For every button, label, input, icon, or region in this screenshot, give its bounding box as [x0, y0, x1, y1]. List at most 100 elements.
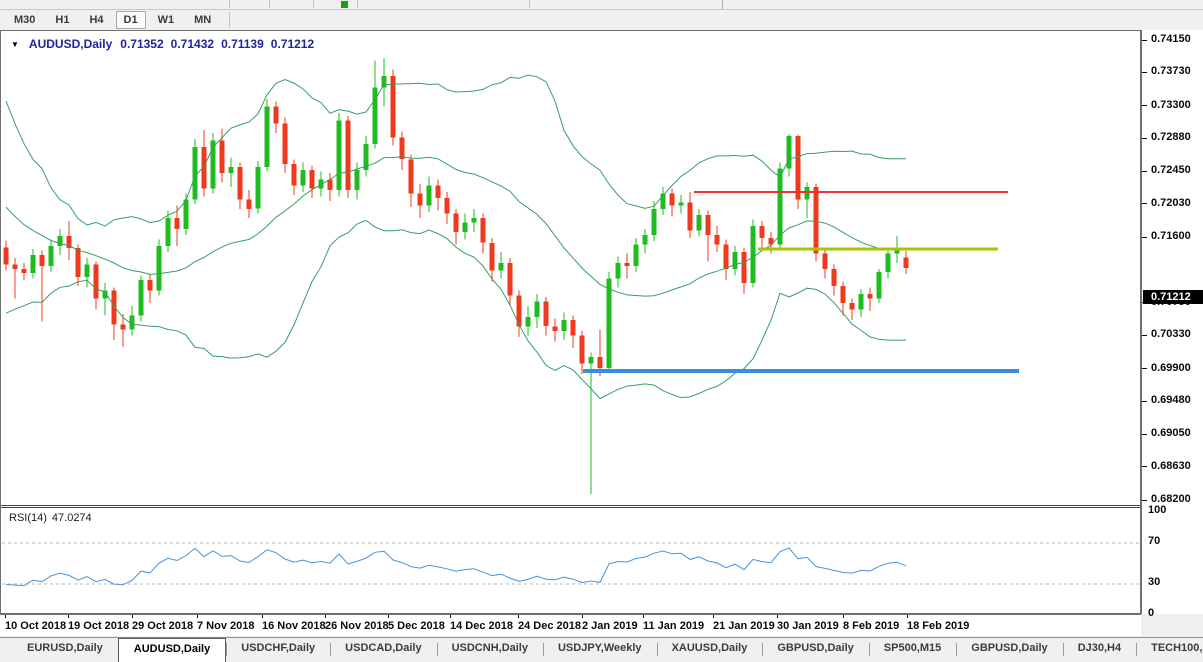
- timeframe-button-h1[interactable]: H1: [47, 11, 77, 29]
- tab-usdjpy-weekly[interactable]: USDJPY,Weekly: [543, 638, 657, 662]
- candle-body: [76, 248, 81, 277]
- candle-body: [688, 203, 693, 231]
- date-axis-tick: [388, 615, 389, 618]
- rsi-pane-canvas[interactable]: [2, 508, 1139, 613]
- tab-dj30-h4[interactable]: DJ30,H4: [1063, 638, 1136, 662]
- candle-body: [787, 136, 792, 169]
- candle-body: [562, 320, 567, 331]
- tab-usdchf-daily[interactable]: USDCHF,Daily: [226, 638, 330, 662]
- price-axis-label: 0.69050: [1151, 427, 1191, 439]
- date-axis-label: 11 Jan 2019: [643, 620, 704, 632]
- price-axis-tick: [1142, 368, 1147, 369]
- price-axis-tick: [1142, 171, 1147, 172]
- rsi-axis-label: 70: [1148, 535, 1160, 547]
- tab-audusd-daily[interactable]: AUDUSD,Daily: [118, 638, 226, 662]
- toolbar-separator: [229, 0, 230, 8]
- date-axis-label: 29 Oct 2018: [132, 620, 193, 632]
- ohlc-close: 0.71212: [271, 37, 314, 51]
- candle-body: [229, 167, 234, 173]
- tab-usdcnh-daily[interactable]: USDCNH,Daily: [437, 638, 543, 662]
- price-axis-label: 0.74150: [1151, 33, 1191, 45]
- candle-body: [535, 302, 540, 318]
- rsi-indicator-label: RSI(14) 47.0274: [9, 512, 92, 524]
- rsi-line: [6, 548, 906, 586]
- candle-body: [742, 252, 747, 283]
- candle-body: [877, 272, 882, 298]
- date-axis-label: 10 Oct 2018: [5, 620, 66, 632]
- candle-body: [652, 209, 657, 235]
- candle-body: [634, 244, 639, 266]
- candle-body: [247, 200, 252, 209]
- date-axis-label: 30 Jan 2019: [777, 620, 839, 632]
- price-axis-label: 0.68630: [1151, 460, 1191, 472]
- candle-body: [85, 264, 90, 276]
- tab-eurusd-daily[interactable]: EURUSD,Daily: [12, 638, 118, 662]
- date-axis-tick: [197, 615, 198, 618]
- candle-body: [445, 198, 450, 214]
- candle-body: [238, 167, 243, 200]
- candle-body: [706, 215, 711, 235]
- candle-body: [283, 124, 288, 164]
- candle-body: [679, 203, 684, 206]
- candle-body: [751, 226, 756, 283]
- current-price-tag: 0.71212: [1143, 290, 1203, 304]
- candle-body: [220, 141, 225, 174]
- price-axis[interactable]: 0.741500.737300.733000.728800.724500.720…: [1141, 30, 1203, 614]
- candle-body: [463, 223, 468, 232]
- candle-body: [616, 263, 621, 279]
- candle-body: [526, 317, 531, 326]
- candle-body: [94, 264, 99, 298]
- price-axis-label: 0.72450: [1151, 164, 1191, 176]
- candle-body: [886, 254, 891, 273]
- date-axis-tick: [132, 615, 133, 618]
- toolbar-edge: [722, 0, 723, 9]
- date-axis-tick: [582, 615, 583, 618]
- price-axis-tick: [1142, 500, 1147, 501]
- candle-body: [607, 278, 612, 368]
- candle-body: [724, 244, 729, 269]
- candle-body: [418, 193, 423, 205]
- candle-body: [409, 159, 414, 193]
- date-axis[interactable]: 10 Oct 201819 Oct 201829 Oct 20187 Nov 2…: [0, 614, 1141, 636]
- timeframe-button-m30[interactable]: M30: [6, 11, 43, 29]
- tab-tech100[interactable]: TECH100,: [1136, 638, 1203, 662]
- candle-body: [481, 218, 486, 243]
- toolbar-separator: [313, 0, 314, 8]
- date-axis-label: 14 Dec 2018: [450, 620, 513, 632]
- chart-title: ▼ AUDUSD,Daily 0.71352 0.71432 0.71139 0…: [11, 37, 314, 51]
- tab-usdcad-daily[interactable]: USDCAD,Daily: [330, 638, 436, 662]
- timeframe-button-h4[interactable]: H4: [81, 11, 111, 29]
- timeframe-button-mn[interactable]: MN: [186, 11, 219, 29]
- candle-body: [382, 76, 387, 88]
- candle-body: [697, 215, 702, 231]
- candle-body: [733, 252, 738, 269]
- price-axis-label: 0.72030: [1151, 197, 1191, 209]
- candle-body: [139, 280, 144, 316]
- timeframe-button-d1[interactable]: D1: [116, 11, 146, 29]
- date-axis-tick: [5, 615, 6, 618]
- candle-body: [175, 218, 180, 229]
- candle-body: [571, 320, 576, 336]
- date-axis-tick: [325, 615, 326, 618]
- timeframe-button-w1[interactable]: W1: [150, 11, 183, 29]
- candle-body: [121, 325, 126, 330]
- rsi-name: RSI(14): [9, 512, 47, 524]
- candle-body: [31, 255, 36, 273]
- price-chart-canvas[interactable]: [2, 32, 1139, 504]
- chart-symbol-label: AUDUSD,Daily: [29, 37, 112, 51]
- candle-body: [355, 170, 360, 190]
- date-axis-tick: [262, 615, 263, 618]
- candle-body: [859, 294, 864, 310]
- candle-body: [760, 226, 765, 238]
- tab-sp500-m15[interactable]: SP500,M15: [869, 638, 956, 662]
- price-axis-tick: [1142, 401, 1147, 402]
- tab-gbpusd-daily[interactable]: GBPUSD,Daily: [762, 638, 868, 662]
- chart-tab-bar: EURUSD,Daily AUDUSD,Daily USDCHF,Daily U…: [0, 637, 1203, 662]
- candle-body: [580, 336, 585, 364]
- tab-gbpusd-daily-2[interactable]: GBPUSD,Daily: [956, 638, 1062, 662]
- chevron-down-icon[interactable]: ▼: [11, 40, 19, 49]
- price-axis-label: 0.73300: [1151, 99, 1191, 111]
- candle-body: [823, 254, 828, 270]
- candle-body: [337, 121, 342, 191]
- tab-xauusd-daily[interactable]: XAUUSD,Daily: [657, 638, 763, 662]
